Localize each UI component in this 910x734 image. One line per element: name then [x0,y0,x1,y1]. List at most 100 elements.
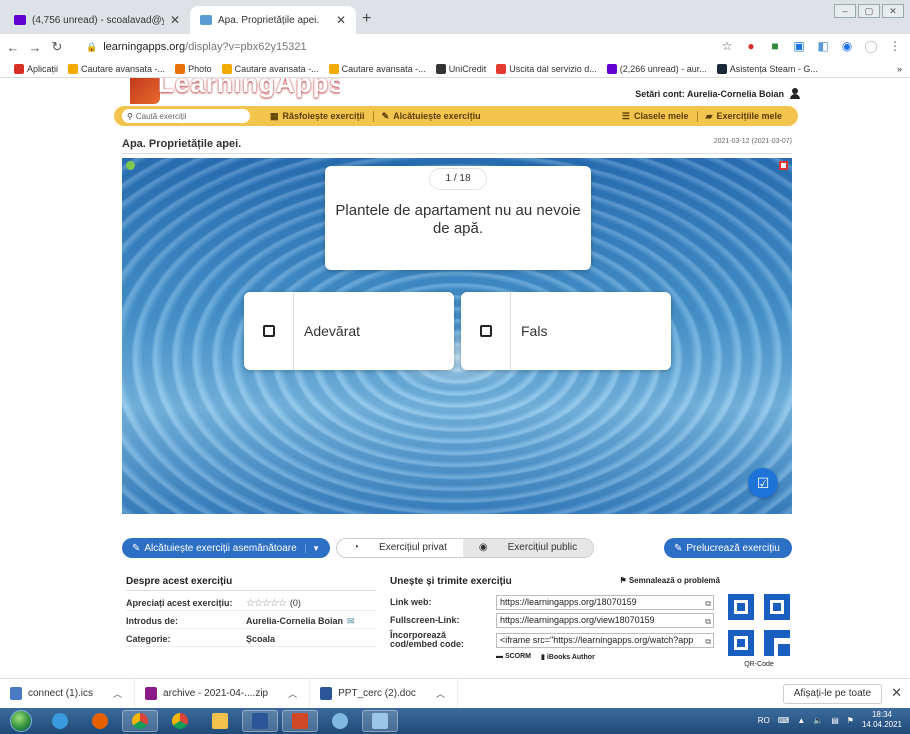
report-problem-link[interactable]: ⚑ Semnalează o problemă [619,576,720,585]
answer-false[interactable]: Fals [461,292,671,370]
menu-dots-icon[interactable]: ⋮ [888,39,902,53]
clock[interactable]: 18:34 14.04.2021 [862,710,902,730]
word-file-icon [320,687,333,700]
bookmark-item[interactable]: Cautare avansata -... [328,63,426,74]
opera-extension-icon[interactable]: ● [744,39,758,53]
copy-icon[interactable]: ⧉ [705,597,711,609]
bookmark-favicon [496,63,507,74]
keyboard-icon[interactable]: ⌨ [778,716,790,725]
action-row: ✎ Alcătuiește exerciții asemănătoare ▼ ◔… [122,538,792,558]
taskbar-chrome-2[interactable] [162,710,198,732]
close-tab-icon[interactable]: ✕ [336,13,346,27]
extension-icon[interactable]: ◧ [816,39,830,53]
check-answer-button[interactable]: ☑ [748,468,778,498]
create-similar-button[interactable]: ✎ Alcătuiește exerciții asemănătoare ▼ [122,538,330,558]
bookmark-star-icon[interactable]: ☆ [720,39,734,53]
chrome-icon [132,713,148,729]
extension-icon[interactable]: ◉ [840,39,854,53]
close-tab-icon[interactable]: ✕ [170,13,180,27]
my-exercises-link[interactable]: ▰ Exercițiile mele [696,110,790,122]
bookmark-item[interactable]: Uscita dal servizio d... [496,63,597,74]
forward-arrow-icon[interactable]: → [26,40,44,55]
chevron-up-icon[interactable]: ︿ [288,687,297,700]
fullscreen-field[interactable]: https://learningapps.org/view18070159 ⧉ [496,613,714,628]
checkbox-icon[interactable] [262,325,275,337]
chevron-down-icon[interactable]: ▼ [305,543,320,553]
taskbar-firefox[interactable] [82,710,118,732]
taskbar-explorer[interactable] [202,710,238,732]
archive-file-icon [145,687,158,700]
close-downloads-icon[interactable]: ✕ [891,685,902,701]
bookmark-item[interactable]: UniCredit [435,63,486,74]
public-option[interactable]: ◉ Exercițiul public [462,539,594,557]
flag-icon[interactable]: ⚑ [847,716,854,725]
start-button[interactable] [10,710,32,732]
help-icon[interactable] [126,161,135,170]
close-window-icon[interactable]: ✕ [882,4,904,18]
reload-icon[interactable]: ↻ [48,39,66,55]
taskbar-window[interactable] [362,710,398,732]
taskbar-ie[interactable] [42,710,78,732]
taskbar-powerpoint[interactable] [282,710,318,732]
extension-icon[interactable]: ▣ [792,39,806,53]
url-bar[interactable]: 🔒 learningapps.org/display?v=pbx62y15321 [86,37,726,57]
tray-arrow-icon[interactable]: ▲ [797,716,805,725]
lock-icon: 🔒 [86,41,98,52]
embed-field[interactable]: <iframe src="https://learningapps.org/wa… [496,632,714,648]
tab-yahoo-mail[interactable]: (4,756 unread) - scoalavad@yaho ✕ [4,6,190,34]
taskbar-paint[interactable] [322,710,358,732]
qr-code[interactable] [728,594,790,656]
bookmarks-more[interactable]: » [897,64,902,74]
my-classes-link[interactable]: ☰ Clasele mele [614,111,697,122]
flag-icon: ⚑ [619,576,627,585]
bookmark-item[interactable]: Cautare avansata -... [68,63,165,74]
bookmark-item[interactable]: (2,266 unread) - aur... [606,63,707,74]
link-field[interactable]: https://learningapps.org/18070159 ⧉ [496,595,714,610]
tab-title: (4,756 unread) - scoalavad@yaho [32,14,164,26]
network-icon[interactable]: ▤ [831,716,839,725]
taskbar-chrome[interactable] [122,710,158,732]
browse-exercises-link[interactable]: ▦ Răsfoiește exerciții [262,111,373,122]
private-option[interactable]: ◔ Exercițiul privat [337,539,463,557]
mail-icon[interactable]: ✉ [347,616,355,627]
profile-icon[interactable]: ◯ [864,39,878,53]
fullscreen-icon[interactable] [779,161,788,170]
tab-learningapps[interactable]: Apa. Proprietățile apei. ✕ [190,6,356,34]
search-input[interactable]: ⚲ Caută exerciții [122,109,250,123]
extension-icon[interactable]: ■ [768,39,782,53]
taskbar-word[interactable] [242,710,278,732]
account-settings[interactable]: Setări cont: Aurelia-Cornelia Boian [635,88,800,99]
restore-icon[interactable]: ▢ [858,4,880,18]
show-all-downloads-button[interactable]: Afișați-le pe toate [782,684,882,704]
bookmark-item[interactable]: Asistența Steam - G... [716,63,818,74]
volume-icon[interactable]: 🔈 [813,716,823,725]
new-tab-button[interactable]: + [362,10,371,28]
ie-icon [52,713,68,729]
download-item[interactable]: archive - 2021-04-....zip ︿ [135,679,311,708]
ibooks-link[interactable]: ▮ iBooks Author [541,653,595,661]
bookmark-apps[interactable]: Aplicații [14,63,58,74]
edit-exercise-button[interactable]: ✎ Prelucrează exercițiu [664,538,792,558]
download-item[interactable]: PPT_cerc (2).doc ︿ [310,679,458,708]
copy-icon[interactable]: ⧉ [705,635,711,647]
mail-icon [14,15,26,25]
author-name[interactable]: Aurelia-Cornelia Boian [246,616,343,626]
copy-icon[interactable]: ⧉ [705,615,711,627]
site-logo[interactable]: LearningApps.org [130,78,340,104]
answer-true[interactable]: Adevărat [244,292,454,370]
checkbox-icon[interactable] [479,325,492,337]
star-rating-icon[interactable]: ☆☆☆☆☆ [246,598,287,609]
grid-icon: ▦ [270,110,279,121]
minimize-icon[interactable]: – [834,4,856,18]
chevron-up-icon[interactable]: ︿ [436,687,445,700]
create-exercise-link[interactable]: ✎ Alcătuiește exercițiu [372,110,489,122]
bookmark-item[interactable]: Cautare avansata -... [221,63,319,74]
category-value[interactable]: Școala [246,634,275,644]
back-arrow-icon[interactable]: ← [4,40,22,55]
chevron-up-icon[interactable]: ︿ [113,687,122,700]
search-placeholder: Caută exerciții [135,111,187,121]
scorm-link[interactable]: ▬ SCORM [496,653,531,661]
language-indicator[interactable]: RO [758,716,770,725]
download-item[interactable]: connect (1).ics ︿ [0,679,136,708]
bookmark-item[interactable]: Photo [175,63,212,74]
